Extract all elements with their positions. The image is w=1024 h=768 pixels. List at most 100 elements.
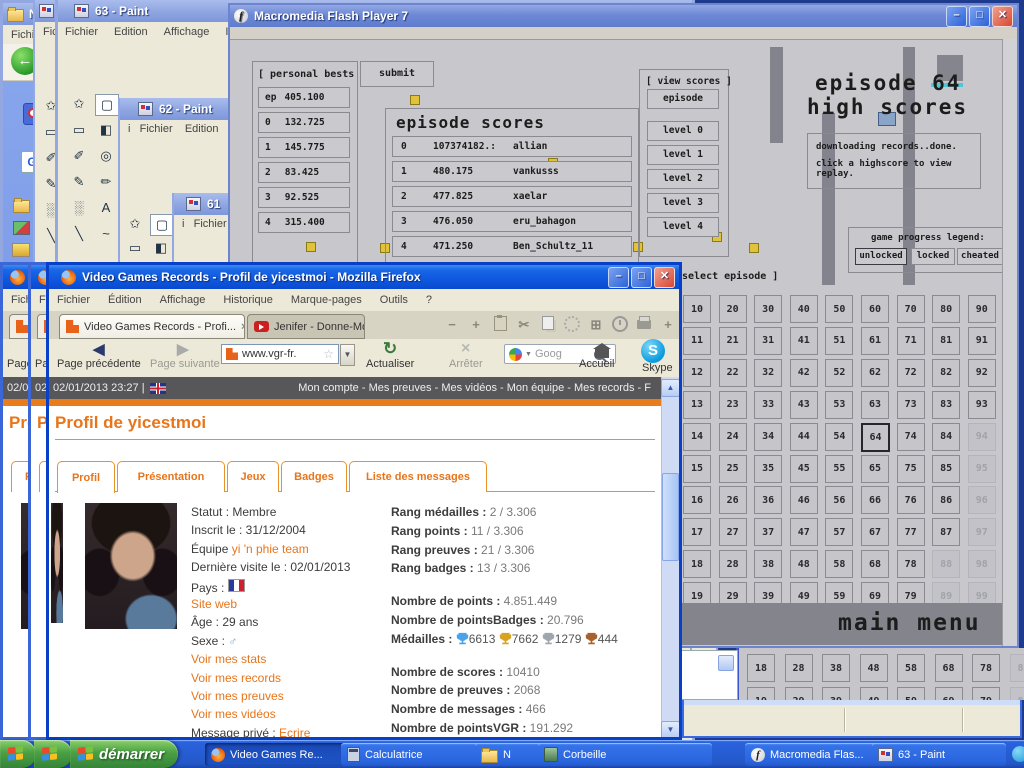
episode-cell-14[interactable]: 14 bbox=[683, 423, 711, 451]
episode-cell-90[interactable]: 90 bbox=[968, 295, 996, 323]
forward-button[interactable]: Page suivante bbox=[150, 358, 220, 370]
pane-file-icon[interactable] bbox=[12, 243, 30, 257]
episode-cell-35[interactable]: 35 bbox=[754, 455, 782, 483]
episode-cell-33[interactable]: 33 bbox=[754, 391, 782, 419]
eraser-icon[interactable]: ▭ bbox=[68, 120, 90, 140]
episode-score-row[interactable]: 0107374182.:allian bbox=[392, 136, 632, 157]
episode-cell-26[interactable]: 26 bbox=[719, 486, 747, 514]
ghost-tab[interactable]: Video Games Records - Profi... bbox=[9, 314, 28, 339]
episode-cell-93[interactable]: 93 bbox=[968, 391, 996, 419]
start-button-ghost-2[interactable] bbox=[34, 740, 72, 768]
episode-cell-ghost-59[interactable]: 59 bbox=[897, 687, 925, 700]
episode-cell-54[interactable]: 54 bbox=[825, 423, 853, 451]
firefox-titlebar[interactable]: Video Games Records - Profil de yicestmo… bbox=[49, 265, 679, 289]
episode-cell-11[interactable]: 11 bbox=[683, 327, 711, 355]
flash-titlebar[interactable]: f Macromedia Flash Player 7 – □ ✕ bbox=[230, 5, 1017, 27]
episode-cell-73[interactable]: 73 bbox=[897, 391, 925, 419]
episode-cell-ghost-49[interactable]: 49 bbox=[860, 687, 888, 700]
taskbar-item-calculatrice[interactable]: Calculatrice bbox=[341, 743, 481, 766]
firefox-window-ghost-2[interactable]: Video Games Records - Profil de yicestmo… bbox=[28, 262, 46, 740]
url-dropdown-button[interactable]: ▼ bbox=[340, 344, 355, 366]
ghost-menubar[interactable]: Fichier bbox=[3, 289, 28, 311]
taskbar-item-n[interactable]: N bbox=[475, 743, 545, 766]
scroll-up-button[interactable]: ▲ bbox=[661, 379, 679, 397]
profile-tab-badges[interactable]: Badges bbox=[281, 461, 347, 492]
episode-cell-75[interactable]: 75 bbox=[897, 455, 925, 483]
episode-cell-10[interactable]: 10 bbox=[683, 295, 711, 323]
episode-score-row[interactable]: 3476.050eru_bahagon bbox=[392, 211, 632, 232]
episode-cell-36[interactable]: 36 bbox=[754, 486, 782, 514]
ghost-profile-tab[interactable]: Profil bbox=[39, 461, 46, 492]
maximize-button[interactable]: □ bbox=[631, 267, 652, 288]
menu-marquepages[interactable]: Marque-pages bbox=[291, 294, 362, 306]
episode-cell-92[interactable]: 92 bbox=[968, 359, 996, 387]
episode-cell-23[interactable]: 23 bbox=[719, 391, 747, 419]
taskbar-item-corbeille[interactable]: Corbeille bbox=[538, 743, 712, 766]
fill-icon[interactable]: ◧ bbox=[150, 238, 172, 258]
profile-link[interactable]: Ecrire bbox=[279, 726, 310, 737]
episode-cell-53[interactable]: 53 bbox=[825, 391, 853, 419]
menu-affichage[interactable]: Affichage bbox=[160, 294, 206, 306]
main-menu-button[interactable]: main menu bbox=[838, 610, 981, 636]
episode-cell-ghost-18[interactable]: 18 bbox=[747, 654, 775, 682]
stop-button[interactable]: Arrêter bbox=[449, 358, 483, 370]
back-icon[interactable]: ◀ bbox=[93, 340, 105, 358]
episode-cell-70[interactable]: 70 bbox=[897, 295, 925, 323]
episode-cell-15[interactable]: 15 bbox=[683, 455, 711, 483]
episode-cell-42[interactable]: 42 bbox=[790, 359, 818, 387]
episode-cell-25[interactable]: 25 bbox=[719, 455, 747, 483]
url-text[interactable]: www.vgr-fr. bbox=[242, 348, 296, 360]
close-button[interactable]: ✕ bbox=[654, 267, 675, 288]
personal-best-row[interactable]: ep405.100 bbox=[258, 87, 350, 108]
pane-app-icon[interactable] bbox=[13, 221, 30, 235]
episode-cell-74[interactable]: 74 bbox=[897, 423, 925, 451]
episode-cell-ghost-88[interactable]: 88 bbox=[1010, 654, 1024, 682]
episode-cell-78[interactable]: 78 bbox=[897, 550, 925, 578]
brush-icon[interactable]: ✏ bbox=[95, 172, 117, 192]
bookmark-star-icon[interactable]: ☆ bbox=[323, 347, 334, 361]
episode-cell-85[interactable]: 85 bbox=[932, 455, 960, 483]
refresh-icon[interactable]: ↻ bbox=[383, 339, 397, 359]
episode-cell-46[interactable]: 46 bbox=[790, 486, 818, 514]
menu-item-edition[interactable]: Edition bbox=[114, 26, 148, 38]
episode-cell-80[interactable]: 80 bbox=[932, 295, 960, 323]
episode-cell-ghost-58[interactable]: 58 bbox=[897, 654, 925, 682]
episode-cell-72[interactable]: 72 bbox=[897, 359, 925, 387]
url-bar[interactable]: www.vgr-fr. ☆ bbox=[221, 344, 339, 364]
episode-cell-66[interactable]: 66 bbox=[861, 486, 889, 514]
episode-cell-51[interactable]: 51 bbox=[825, 327, 853, 355]
episode-cell-65[interactable]: 65 bbox=[861, 455, 889, 483]
profile-tab-jeux[interactable]: Jeux bbox=[227, 461, 279, 492]
episode-cell-81[interactable]: 81 bbox=[932, 327, 960, 355]
episode-cell-41[interactable]: 41 bbox=[790, 327, 818, 355]
menu-[interactable]: ? bbox=[426, 294, 432, 306]
flash-scroll-strip[interactable] bbox=[1002, 39, 1017, 646]
forward-icon[interactable]: ▶ bbox=[177, 340, 189, 358]
episode-cell-24[interactable]: 24 bbox=[719, 423, 747, 451]
episode-cell-76[interactable]: 76 bbox=[897, 486, 925, 514]
profile-link[interactable]: Site web bbox=[191, 597, 237, 611]
episode-cell-68[interactable]: 68 bbox=[861, 550, 889, 578]
submit-button[interactable]: submit bbox=[360, 61, 434, 87]
maximize-button[interactable]: □ bbox=[969, 6, 990, 27]
ghost-back-label[interactable]: Page précédente bbox=[7, 358, 28, 370]
plus-icon[interactable]: + bbox=[467, 316, 485, 334]
episode-cell-ghost-39[interactable]: 39 bbox=[822, 687, 850, 700]
episode-cell-55[interactable]: 55 bbox=[825, 455, 853, 483]
menu-outils[interactable]: Outils bbox=[380, 294, 408, 306]
episode-cell-37[interactable]: 37 bbox=[754, 518, 782, 546]
airbrush-icon[interactable]: ░ bbox=[68, 198, 90, 218]
episode-cell-63[interactable]: 63 bbox=[861, 391, 889, 419]
profile-tab-pr-sentation[interactable]: Présentation bbox=[117, 461, 225, 492]
episode-cell-67[interactable]: 67 bbox=[861, 518, 889, 546]
episode-cell-43[interactable]: 43 bbox=[790, 391, 818, 419]
episode-cell-87[interactable]: 87 bbox=[932, 518, 960, 546]
home-button[interactable]: Accueil bbox=[579, 358, 614, 370]
legend-unlocked-button[interactable]: unlocked bbox=[855, 248, 907, 265]
search-engine-dropdown[interactable]: ▼ bbox=[525, 351, 532, 358]
profile-tab-liste-des-messages[interactable]: Liste des messages bbox=[349, 461, 487, 492]
episode-cell-ghost-19[interactable]: 19 bbox=[747, 687, 775, 700]
personal-best-row[interactable]: 0132.725 bbox=[258, 112, 350, 133]
episode-cell-84[interactable]: 84 bbox=[932, 423, 960, 451]
episode-cell-30[interactable]: 30 bbox=[754, 295, 782, 323]
